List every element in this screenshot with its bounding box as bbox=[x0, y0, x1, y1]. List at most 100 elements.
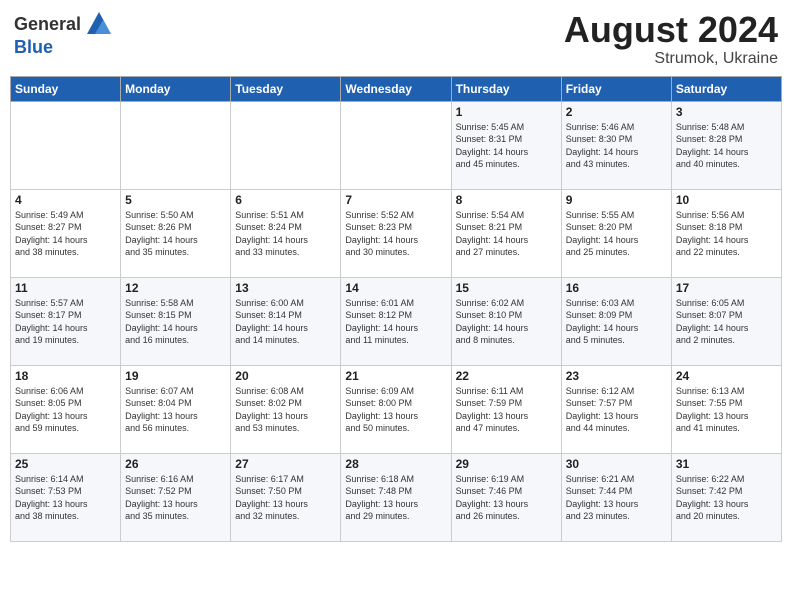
cell-w1-d3 bbox=[231, 101, 341, 189]
day-detail: Sunrise: 6:12 AM Sunset: 7:57 PM Dayligh… bbox=[566, 385, 667, 435]
col-tuesday: Tuesday bbox=[231, 76, 341, 101]
cell-w1-d6: 2 Sunrise: 5:46 AM Sunset: 8:30 PM Daylig… bbox=[561, 101, 671, 189]
day-number: 6 bbox=[235, 193, 336, 207]
day-number: 31 bbox=[676, 457, 777, 471]
cell-w1-d7: 3Sunrise: 5:48 AM Sunset: 8:28 PM Daylig… bbox=[671, 101, 781, 189]
day-detail: Sunrise: 6:16 AM Sunset: 7:52 PM Dayligh… bbox=[125, 473, 226, 523]
day-detail: Sunrise: 6:19 AM Sunset: 7:46 PM Dayligh… bbox=[456, 473, 557, 523]
day-detail: Sunrise: 6:00 AM Sunset: 8:14 PM Dayligh… bbox=[235, 297, 336, 347]
day-number: 30 bbox=[566, 457, 667, 471]
day-detail: Sunrise: 6:21 AM Sunset: 7:44 PM Dayligh… bbox=[566, 473, 667, 523]
day-number: 25 bbox=[15, 457, 116, 471]
page-header: General Blue August 2024 Strumok, Ukrain… bbox=[10, 10, 782, 68]
day-number: 4 bbox=[15, 193, 116, 207]
cell-w4-d3: 20 Sunrise: 6:08 AM Sunset: 8:02 PM Dayli… bbox=[231, 365, 341, 453]
day-number: 7 bbox=[345, 193, 446, 207]
cell-w3-d7: 17Sunrise: 6:05 AM Sunset: 8:07 PM Dayli… bbox=[671, 277, 781, 365]
day-number: 20 bbox=[235, 369, 336, 383]
day-detail: Sunrise: 5:57 AM Sunset: 8:17 PM Dayligh… bbox=[15, 297, 116, 347]
cell-w4-d2: 19 Sunrise: 6:07 AM Sunset: 8:04 PM Dayli… bbox=[121, 365, 231, 453]
day-detail: Sunrise: 5:54 AM Sunset: 8:21 PM Dayligh… bbox=[456, 209, 557, 259]
cell-w2-d4: 7 Sunrise: 5:52 AM Sunset: 8:23 PM Daylig… bbox=[341, 189, 451, 277]
col-monday: Monday bbox=[121, 76, 231, 101]
cell-w4-d6: 23Sunrise: 6:12 AM Sunset: 7:57 PM Dayli… bbox=[561, 365, 671, 453]
calendar-table: Sunday Monday Tuesday Wednesday Thursday… bbox=[10, 76, 782, 542]
day-detail: Sunrise: 6:22 AM Sunset: 7:42 PM Dayligh… bbox=[676, 473, 777, 523]
cell-w2-d6: 9 Sunrise: 5:55 AM Sunset: 8:20 PM Daylig… bbox=[561, 189, 671, 277]
cell-w5-d3: 27 Sunrise: 6:17 AM Sunset: 7:50 PM Dayli… bbox=[231, 453, 341, 541]
cell-w4-d7: 24 Sunrise: 6:13 AM Sunset: 7:55 PM Dayli… bbox=[671, 365, 781, 453]
day-detail: Sunrise: 5:52 AM Sunset: 8:23 PM Dayligh… bbox=[345, 209, 446, 259]
day-detail: Sunrise: 6:07 AM Sunset: 8:04 PM Dayligh… bbox=[125, 385, 226, 435]
day-detail: Sunrise: 6:13 AM Sunset: 7:55 PM Dayligh… bbox=[676, 385, 777, 435]
day-number: 29 bbox=[456, 457, 557, 471]
week-row-3: 11Sunrise: 5:57 AM Sunset: 8:17 PM Dayli… bbox=[11, 277, 782, 365]
location-subtitle: Strumok, Ukraine bbox=[564, 50, 778, 68]
cell-w5-d1: 25 Sunrise: 6:14 AM Sunset: 7:53 PM Dayli… bbox=[11, 453, 121, 541]
day-number: 8 bbox=[456, 193, 557, 207]
day-detail: Sunrise: 5:50 AM Sunset: 8:26 PM Dayligh… bbox=[125, 209, 226, 259]
day-number: 22 bbox=[456, 369, 557, 383]
cell-w3-d1: 11Sunrise: 5:57 AM Sunset: 8:17 PM Dayli… bbox=[11, 277, 121, 365]
cell-w3-d4: 14Sunrise: 6:01 AM Sunset: 8:12 PM Dayli… bbox=[341, 277, 451, 365]
day-detail: Sunrise: 6:03 AM Sunset: 8:09 PM Dayligh… bbox=[566, 297, 667, 347]
day-detail: Sunrise: 6:08 AM Sunset: 8:02 PM Dayligh… bbox=[235, 385, 336, 435]
day-number: 19 bbox=[125, 369, 226, 383]
day-number: 17 bbox=[676, 281, 777, 295]
cell-w2-d7: 10Sunrise: 5:56 AM Sunset: 8:18 PM Dayli… bbox=[671, 189, 781, 277]
cell-w2-d1: 4Sunrise: 5:49 AM Sunset: 8:27 PM Daylig… bbox=[11, 189, 121, 277]
cell-w5-d7: 31 Sunrise: 6:22 AM Sunset: 7:42 PM Dayli… bbox=[671, 453, 781, 541]
cell-w1-d1 bbox=[11, 101, 121, 189]
week-row-5: 25 Sunrise: 6:14 AM Sunset: 7:53 PM Dayli… bbox=[11, 453, 782, 541]
col-saturday: Saturday bbox=[671, 76, 781, 101]
day-number: 9 bbox=[566, 193, 667, 207]
day-number: 18 bbox=[15, 369, 116, 383]
day-detail: Sunrise: 5:56 AM Sunset: 8:18 PM Dayligh… bbox=[676, 209, 777, 259]
cell-w4-d5: 22 Sunrise: 6:11 AM Sunset: 7:59 PM Dayli… bbox=[451, 365, 561, 453]
week-row-1: 1 Sunrise: 5:45 AM Sunset: 8:31 PM Daylig… bbox=[11, 101, 782, 189]
logo: General Blue bbox=[14, 10, 113, 58]
day-detail: Sunrise: 5:45 AM Sunset: 8:31 PM Dayligh… bbox=[456, 121, 557, 171]
col-wednesday: Wednesday bbox=[341, 76, 451, 101]
cell-w2-d2: 5 Sunrise: 5:50 AM Sunset: 8:26 PM Daylig… bbox=[121, 189, 231, 277]
cell-w5-d5: 29 Sunrise: 6:19 AM Sunset: 7:46 PM Dayli… bbox=[451, 453, 561, 541]
day-detail: Sunrise: 6:02 AM Sunset: 8:10 PM Dayligh… bbox=[456, 297, 557, 347]
cell-w5-d2: 26 Sunrise: 6:16 AM Sunset: 7:52 PM Dayli… bbox=[121, 453, 231, 541]
day-detail: Sunrise: 6:06 AM Sunset: 8:05 PM Dayligh… bbox=[15, 385, 116, 435]
cell-w4-d4: 21Sunrise: 6:09 AM Sunset: 8:00 PM Dayli… bbox=[341, 365, 451, 453]
day-number: 13 bbox=[235, 281, 336, 295]
month-year-title: August 2024 bbox=[564, 10, 778, 50]
day-number: 27 bbox=[235, 457, 336, 471]
day-number: 28 bbox=[345, 457, 446, 471]
cell-w5-d4: 28Sunrise: 6:18 AM Sunset: 7:48 PM Dayli… bbox=[341, 453, 451, 541]
day-number: 14 bbox=[345, 281, 446, 295]
cell-w2-d5: 8 Sunrise: 5:54 AM Sunset: 8:21 PM Daylig… bbox=[451, 189, 561, 277]
week-row-2: 4Sunrise: 5:49 AM Sunset: 8:27 PM Daylig… bbox=[11, 189, 782, 277]
cell-w5-d6: 30 Sunrise: 6:21 AM Sunset: 7:44 PM Dayli… bbox=[561, 453, 671, 541]
logo-icon bbox=[85, 10, 113, 38]
day-detail: Sunrise: 6:11 AM Sunset: 7:59 PM Dayligh… bbox=[456, 385, 557, 435]
day-number: 24 bbox=[676, 369, 777, 383]
day-number: 1 bbox=[456, 105, 557, 119]
day-number: 3 bbox=[676, 105, 777, 119]
day-detail: Sunrise: 5:58 AM Sunset: 8:15 PM Dayligh… bbox=[125, 297, 226, 347]
col-friday: Friday bbox=[561, 76, 671, 101]
day-number: 5 bbox=[125, 193, 226, 207]
cell-w3-d6: 16Sunrise: 6:03 AM Sunset: 8:09 PM Dayli… bbox=[561, 277, 671, 365]
col-thursday: Thursday bbox=[451, 76, 561, 101]
day-detail: Sunrise: 5:46 AM Sunset: 8:30 PM Dayligh… bbox=[566, 121, 667, 171]
day-detail: Sunrise: 6:17 AM Sunset: 7:50 PM Dayligh… bbox=[235, 473, 336, 523]
day-detail: Sunrise: 6:09 AM Sunset: 8:00 PM Dayligh… bbox=[345, 385, 446, 435]
col-sunday: Sunday bbox=[11, 76, 121, 101]
cell-w1-d4 bbox=[341, 101, 451, 189]
day-number: 26 bbox=[125, 457, 226, 471]
cell-w1-d5: 1 Sunrise: 5:45 AM Sunset: 8:31 PM Daylig… bbox=[451, 101, 561, 189]
day-number: 2 bbox=[566, 105, 667, 119]
logo-blue: Blue bbox=[14, 37, 53, 57]
cell-w4-d1: 18 Sunrise: 6:06 AM Sunset: 8:05 PM Dayli… bbox=[11, 365, 121, 453]
day-detail: Sunrise: 6:14 AM Sunset: 7:53 PM Dayligh… bbox=[15, 473, 116, 523]
title-block: August 2024 Strumok, Ukraine bbox=[564, 10, 778, 68]
logo-general: General bbox=[14, 15, 81, 33]
cell-w3-d3: 13 Sunrise: 6:00 AM Sunset: 8:14 PM Dayli… bbox=[231, 277, 341, 365]
day-detail: Sunrise: 5:55 AM Sunset: 8:20 PM Dayligh… bbox=[566, 209, 667, 259]
